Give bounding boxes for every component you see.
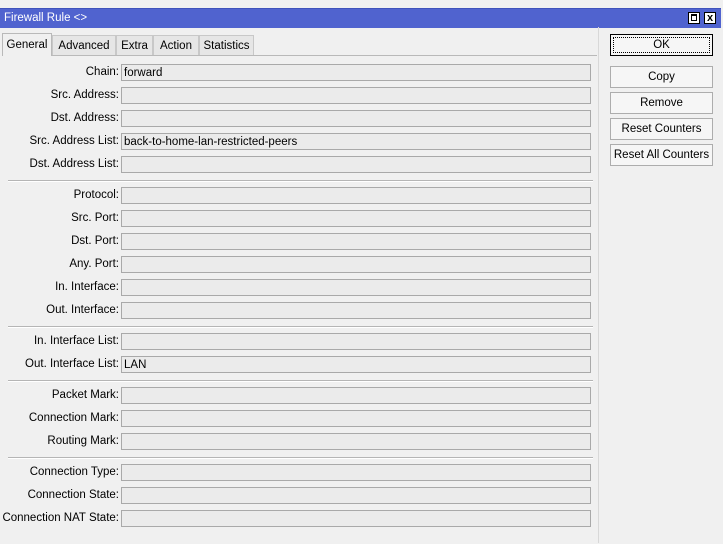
chain-row: Chain: forward [2, 64, 597, 81]
section-divider [8, 326, 593, 328]
chain-label: Chain: [85, 66, 119, 78]
in-interface-list-label: In. Interface List: [33, 335, 119, 347]
dst-port-label: Dst. Port: [71, 235, 119, 247]
connection-nat-state-row: Connection NAT State: [2, 510, 597, 527]
connection-state-label: Connection State: [27, 489, 119, 501]
src-address-list-label: Src. Address List: [29, 135, 119, 147]
section-divider [8, 180, 593, 182]
src-port-label: Src. Port: [71, 212, 119, 224]
close-icon[interactable]: x [704, 12, 716, 24]
connection-type-label: Connection Type: [29, 466, 119, 478]
connection-type-row: Connection Type: [2, 464, 597, 481]
tab-extra[interactable]: Extra [116, 35, 153, 55]
in-interface-list-field[interactable] [121, 333, 591, 350]
routing-mark-field[interactable] [121, 433, 591, 450]
tab-action[interactable]: Action [153, 35, 199, 55]
in-interface-row: In. Interface: [2, 279, 597, 296]
out-interface-list-field[interactable]: LAN [121, 356, 591, 373]
tab-general[interactable]: General [2, 33, 52, 56]
connection-state-row: Connection State: [2, 487, 597, 504]
dst-address-label: Dst. Address: [50, 112, 119, 124]
ok-button[interactable]: OK [610, 34, 713, 56]
maximize-icon[interactable] [688, 12, 700, 24]
in-interface-label: In. Interface: [55, 281, 119, 293]
packet-mark-field[interactable] [121, 387, 591, 404]
any-port-label: Any. Port: [69, 258, 119, 270]
dst-address-list-row: Dst. Address List: [2, 156, 597, 173]
src-address-label: Src. Address: [50, 89, 119, 101]
connection-mark-row: Connection Mark: [2, 410, 597, 427]
remove-button[interactable]: Remove [610, 92, 713, 114]
vertical-divider [598, 27, 599, 543]
connection-nat-state-label: Connection NAT State: [2, 512, 119, 524]
out-interface-list-label: Out. Interface List: [25, 358, 119, 370]
general-tab-panel: Chain: forward Src. Address: Dst. Addres… [2, 55, 597, 544]
any-port-row: Any. Port: [2, 256, 597, 273]
dst-port-field[interactable] [121, 233, 591, 250]
reset-counters-button[interactable]: Reset Counters [610, 118, 713, 140]
section-divider [8, 457, 593, 459]
window-titlebar[interactable]: Firewall Rule <> x [0, 0, 723, 28]
in-interface-list-row: In. Interface List: [2, 333, 597, 350]
out-interface-field[interactable] [121, 302, 591, 319]
src-address-list-row: Src. Address List: back-to-home-lan-rest… [2, 133, 597, 150]
reset-all-counters-button[interactable]: Reset All Counters [610, 144, 713, 166]
dst-address-row: Dst. Address: [2, 110, 597, 127]
any-port-field[interactable] [121, 256, 591, 273]
connection-mark-field[interactable] [121, 410, 591, 427]
out-interface-row: Out. Interface: [2, 302, 597, 319]
chain-field[interactable]: forward [121, 64, 591, 81]
src-address-row: Src. Address: [2, 87, 597, 104]
routing-mark-row: Routing Mark: [2, 433, 597, 450]
src-port-row: Src. Port: [2, 210, 597, 227]
titlebar-bar[interactable]: Firewall Rule <> x [0, 8, 721, 28]
connection-type-field[interactable] [121, 464, 591, 481]
in-interface-field[interactable] [121, 279, 591, 296]
out-interface-label: Out. Interface: [46, 304, 119, 316]
window-title: Firewall Rule <> [4, 12, 88, 24]
out-interface-list-row: Out. Interface List: LAN [2, 356, 597, 373]
connection-nat-state-field[interactable] [121, 510, 591, 527]
src-address-list-field[interactable]: back-to-home-lan-restricted-peers [121, 133, 591, 150]
src-address-field[interactable] [121, 87, 591, 104]
dst-address-list-label: Dst. Address List: [29, 158, 119, 170]
protocol-row: Protocol: [2, 187, 597, 204]
protocol-label: Protocol: [73, 189, 119, 201]
tab-statistics[interactable]: Statistics [199, 35, 254, 55]
connection-mark-label: Connection Mark: [28, 412, 119, 424]
routing-mark-label: Routing Mark: [47, 435, 119, 447]
copy-button[interactable]: Copy [610, 66, 713, 88]
dst-port-row: Dst. Port: [2, 233, 597, 250]
ok-button-label: OK [613, 37, 710, 53]
section-divider [8, 380, 593, 382]
dst-address-field[interactable] [121, 110, 591, 127]
packet-mark-label: Packet Mark: [51, 389, 119, 401]
connection-state-field[interactable] [121, 487, 591, 504]
src-port-field[interactable] [121, 210, 591, 227]
packet-mark-row: Packet Mark: [2, 387, 597, 404]
tab-advanced[interactable]: Advanced [52, 35, 116, 55]
dst-address-list-field[interactable] [121, 156, 591, 173]
protocol-field[interactable] [121, 187, 591, 204]
